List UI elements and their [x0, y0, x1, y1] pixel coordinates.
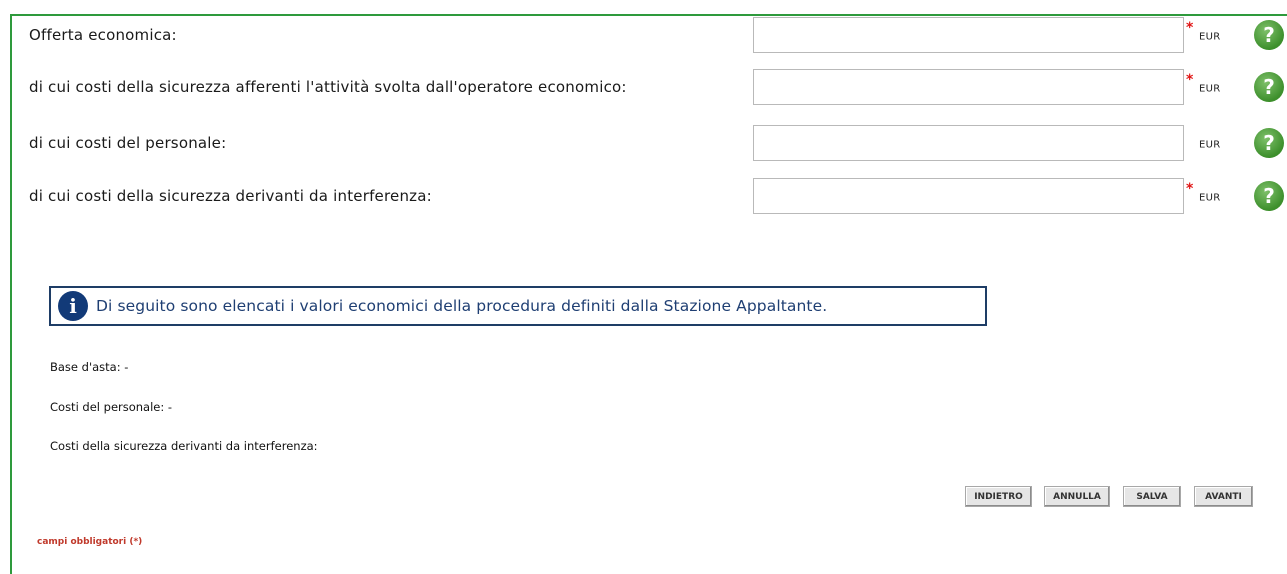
form-row-costi-interferenza: di cui costi della sicurezza derivanti d…	[0, 178, 1287, 214]
currency-unit: EUR	[1199, 192, 1221, 204]
info-message: Di seguito sono elencati i valori econom…	[96, 297, 828, 315]
field-label-costi-interferenza: di cui costi della sicurezza derivanti d…	[29, 187, 432, 205]
currency-unit: EUR	[1199, 139, 1221, 151]
info-banner: i Di seguito sono elencati i valori econ…	[49, 286, 987, 326]
costi-sicurezza-afferenti-input[interactable]	[753, 69, 1184, 105]
field-label-costi-sicurezza-afferenti: di cui costi della sicurezza afferenti l…	[29, 78, 627, 96]
base-asta-value: Base d'asta: -	[50, 360, 129, 374]
help-icon[interactable]: ?	[1254, 128, 1284, 158]
help-icon[interactable]: ?	[1254, 181, 1284, 211]
form-row-offerta: Offerta economica: * EUR ?	[0, 17, 1287, 53]
required-fields-note: campi obbligatori (*)	[37, 537, 143, 547]
required-marker: *	[1186, 20, 1194, 36]
required-marker: *	[1186, 181, 1194, 197]
help-icon[interactable]: ?	[1254, 72, 1284, 102]
costi-personale-value: Costi del personale: -	[50, 400, 173, 414]
back-button[interactable]: INDIETRO	[965, 486, 1032, 507]
costi-interferenza-input[interactable]	[753, 178, 1184, 214]
save-button[interactable]: SALVA	[1123, 486, 1181, 507]
required-marker: *	[1186, 72, 1194, 88]
cancel-button[interactable]: ANNULLA	[1044, 486, 1110, 507]
next-button[interactable]: AVANTI	[1194, 486, 1253, 507]
costi-personale-input[interactable]	[753, 125, 1184, 161]
help-icon[interactable]: ?	[1254, 20, 1284, 50]
offerta-economica-input[interactable]	[753, 17, 1184, 53]
field-label-offerta-economica: Offerta economica:	[29, 26, 177, 44]
field-label-costi-personale: di cui costi del personale:	[29, 134, 227, 152]
form-row-costi-sicurezza-afferenti: di cui costi della sicurezza afferenti l…	[0, 69, 1287, 105]
currency-unit: EUR	[1199, 31, 1221, 43]
currency-unit: EUR	[1199, 83, 1221, 95]
costi-sicurezza-interferenza-value: Costi della sicurezza derivanti da inter…	[50, 439, 318, 453]
form-row-costi-personale: di cui costi del personale: EUR ?	[0, 125, 1287, 161]
info-icon: i	[58, 291, 88, 321]
